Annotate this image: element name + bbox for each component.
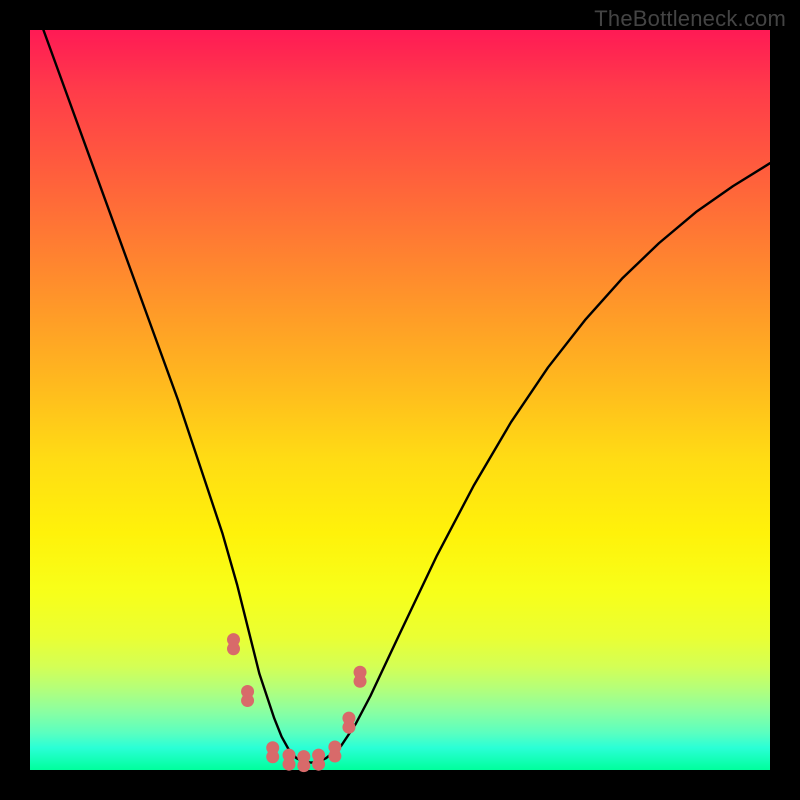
curve-marker bbox=[312, 749, 325, 771]
curve-marker bbox=[227, 633, 240, 655]
curve-marker bbox=[354, 666, 367, 688]
curve-layer bbox=[30, 30, 770, 770]
curve-markers bbox=[227, 633, 367, 772]
plot-area bbox=[30, 30, 770, 770]
bottleneck-curve bbox=[30, 0, 770, 763]
curve-marker bbox=[266, 741, 279, 763]
curve-marker bbox=[342, 712, 355, 734]
curve-marker bbox=[283, 749, 296, 771]
watermark-text: TheBottleneck.com bbox=[594, 6, 786, 32]
curve-marker bbox=[328, 740, 341, 762]
chart-frame: TheBottleneck.com bbox=[0, 0, 800, 800]
curve-marker bbox=[297, 750, 310, 772]
curve-marker bbox=[241, 685, 254, 707]
